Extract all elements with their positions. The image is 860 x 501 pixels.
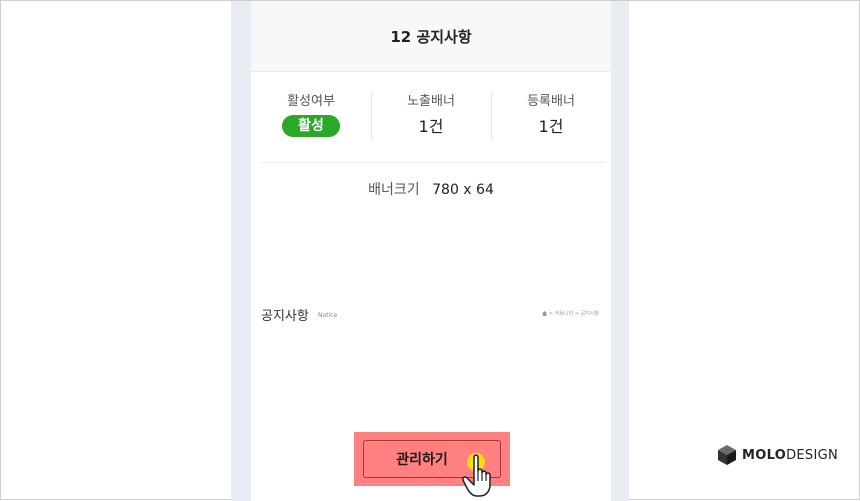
banner-preview-subtitle: Notice [318, 312, 338, 319]
card-header: 12 공지사항 [251, 1, 611, 72]
breadcrumb-text: > 커뮤니티 > 공지사항 [549, 311, 599, 317]
stats-row: 활성여부 활성 노출배너 1건 등록배너 1건 [251, 93, 611, 143]
stat-exposed: 노출배너 1건 [371, 93, 491, 143]
active-status-badge: 활성 [282, 115, 340, 137]
stat-active: 활성여부 활성 [251, 93, 371, 143]
molodesign-logo: MOLODESIGN [717, 443, 838, 467]
stat-registered: 등록배너 1건 [491, 93, 611, 143]
banner-size-row: 배너크기 780 x 64 [251, 179, 611, 199]
divider [261, 162, 605, 163]
banner-size-value: 780 x 64 [432, 182, 494, 198]
hand-pointer-icon [462, 453, 491, 497]
stat-registered-label: 등록배너 [527, 94, 575, 109]
stat-active-label: 활성여부 [287, 94, 335, 109]
stat-registered-value: 1건 [538, 117, 564, 136]
banner-size-label: 배너크기 [368, 182, 420, 198]
banner-preview-breadcrumb: > 커뮤니티 > 공지사항 [542, 310, 599, 317]
logo-text: MOLODESIGN [742, 447, 838, 463]
banner-card: 12 공지사항 활성여부 활성 노출배너 1건 등록배너 1건 배너크기 780… [251, 1, 611, 501]
banner-preview-title: 공지사항 [261, 309, 309, 324]
banner-preview: 공지사항 Notice > 커뮤니티 > 공지사항 [261, 301, 601, 329]
home-icon [542, 311, 548, 316]
stat-exposed-value: 1건 [418, 117, 444, 136]
stat-exposed-label: 노출배너 [407, 94, 455, 109]
cube-icon [718, 445, 736, 465]
manage-button-label: 관리하기 [396, 452, 448, 468]
card-title: 12 공지사항 [390, 27, 472, 46]
